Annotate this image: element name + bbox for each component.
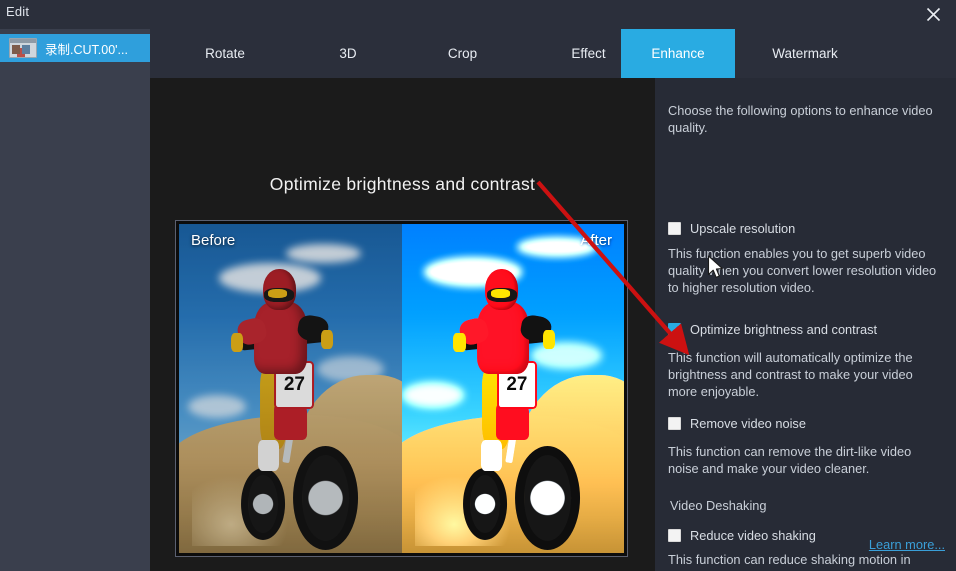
option-desc-remove-video-noise: This function can remove the dirt-like v… xyxy=(668,444,912,476)
before-after-frame: Before 27 After 27 xyxy=(175,220,628,557)
option-desc-reduce-video-shaking: This function can reduce shaking motion … xyxy=(668,552,918,571)
after-label: After xyxy=(580,232,612,249)
enhance-options-panel: Choose the following options to enhance … xyxy=(655,78,956,571)
checkbox-optimize-brightness-contrast[interactable] xyxy=(668,323,681,336)
close-icon[interactable] xyxy=(910,0,956,29)
checkbox-upscale-resolution[interactable] xyxy=(668,222,681,235)
tab-3d[interactable]: 3D xyxy=(300,29,396,78)
before-label: Before xyxy=(191,232,236,249)
preview-title: Optimize brightness and contrast xyxy=(269,174,536,194)
edit-window: Edit 录制.CUT.00'... Rotate 3D Crop Effect… xyxy=(0,0,956,571)
video-thumbnail-icon xyxy=(9,38,37,58)
panel-intro-text: Choose the following options to enhance … xyxy=(668,103,933,135)
section-label-video-deshaking: Video Deshaking xyxy=(670,498,767,513)
option-label-upscale-resolution: Upscale resolution xyxy=(690,221,796,236)
checkbox-reduce-video-shaking[interactable] xyxy=(668,529,681,542)
sidebar-empty-area xyxy=(0,62,150,571)
learn-more-link[interactable]: Learn more... xyxy=(869,537,945,552)
file-list-sidebar: 录制.CUT.00'... xyxy=(0,29,150,571)
option-label-optimize-brightness-contrast: Optimize brightness and contrast xyxy=(690,322,878,337)
preview-before-image: Before 27 xyxy=(179,224,402,553)
option-label-remove-video-noise: Remove video noise xyxy=(690,416,806,431)
tab-crop[interactable]: Crop xyxy=(396,29,529,78)
sidebar-item-video-file[interactable]: 录制.CUT.00'... xyxy=(0,34,150,62)
tab-enhance[interactable]: Enhance xyxy=(621,29,735,78)
motocross-scene-before: 27 xyxy=(179,224,402,553)
option-desc-upscale-resolution: This function enables you to get superb … xyxy=(668,246,937,295)
option-optimize-brightness-contrast[interactable]: Optimize brightness and contrast xyxy=(668,322,877,337)
option-reduce-video-shaking[interactable]: Reduce video shaking xyxy=(668,528,816,543)
option-desc-optimize-brightness-contrast: This function will automatically optimiz… xyxy=(668,350,913,399)
tab-rotate[interactable]: Rotate xyxy=(150,29,300,78)
preview-stage: Optimize brightness and contrast Before xyxy=(150,78,655,571)
title-bar: Edit xyxy=(0,0,956,29)
sidebar-item-label: 录制.CUT.00'... xyxy=(45,42,128,57)
option-upscale-resolution[interactable]: Upscale resolution xyxy=(668,221,795,236)
checkbox-remove-video-noise[interactable] xyxy=(668,417,681,430)
option-remove-video-noise[interactable]: Remove video noise xyxy=(668,416,806,431)
menu-edit[interactable]: Edit xyxy=(6,4,29,19)
tab-bar: Rotate 3D Crop Effect Enhance Watermark xyxy=(150,29,956,78)
motocross-scene-after: 27 xyxy=(401,224,624,553)
option-label-reduce-video-shaking: Reduce video shaking xyxy=(690,528,816,543)
tab-watermark[interactable]: Watermark xyxy=(735,29,875,78)
preview-after-image: After 27 xyxy=(401,224,624,553)
